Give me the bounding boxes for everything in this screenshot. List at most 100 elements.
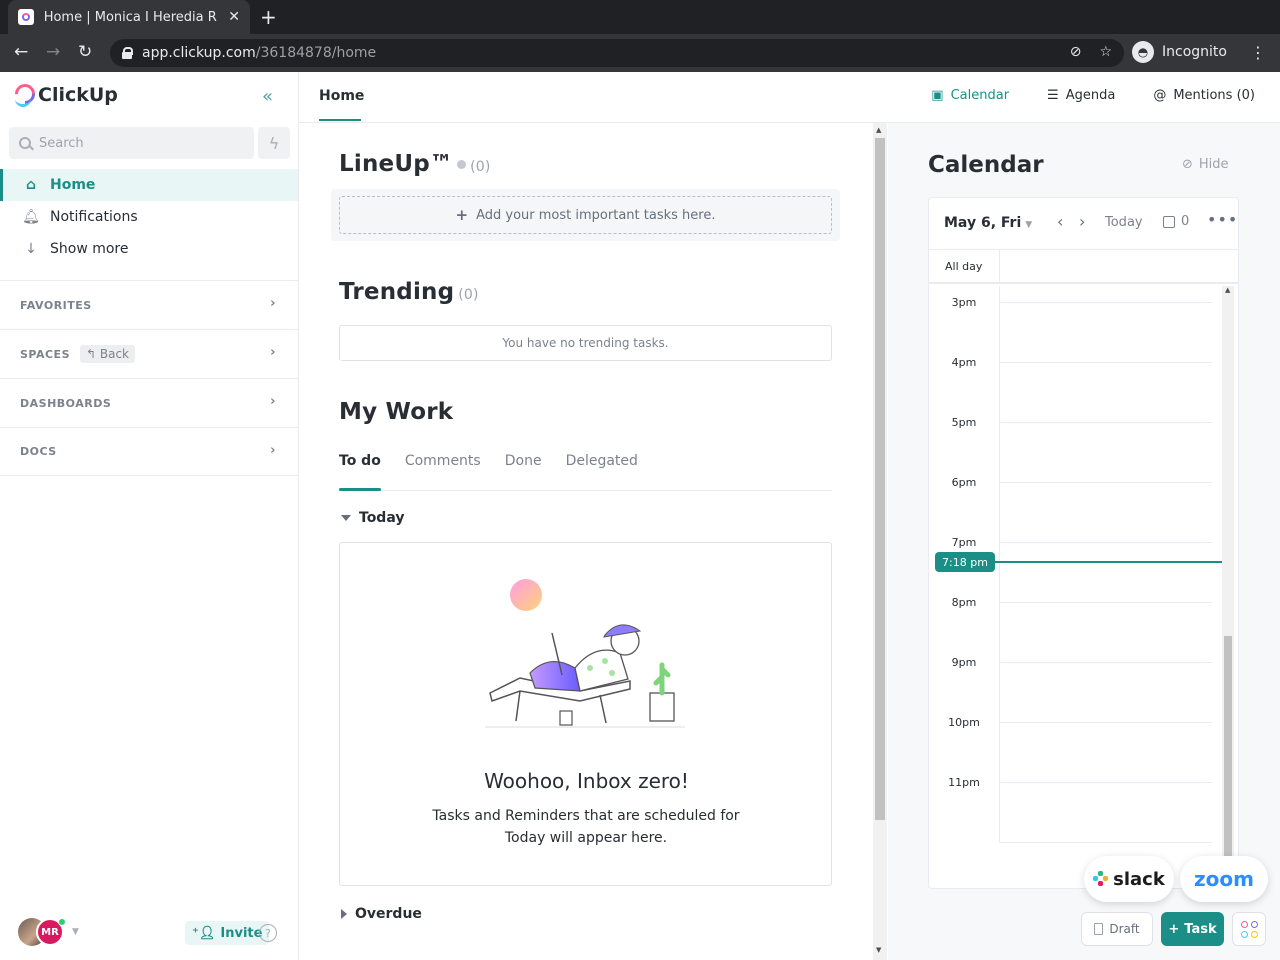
date-picker[interactable]: May 6, Fri ▼	[944, 215, 1032, 231]
hide-calendar-button[interactable]: ⊘ Hide	[1182, 157, 1229, 172]
scroll-up-icon[interactable]: ▲	[876, 126, 881, 134]
eye-off-icon: ⊘	[1182, 157, 1193, 172]
browser-tab-title: Home | Monica I Heredia R	[43, 9, 217, 25]
hour-label: 11pm	[948, 776, 980, 789]
hide-label: Hide	[1198, 157, 1229, 172]
today-button[interactable]: Today	[1105, 215, 1143, 230]
document-icon	[1094, 923, 1104, 935]
online-status-icon	[58, 918, 66, 926]
caret-right-icon	[341, 909, 347, 919]
relaxing-person-illustration-icon	[485, 579, 685, 728]
more-options-icon[interactable]: •••	[1207, 210, 1238, 229]
chevron-right-icon: ›	[270, 296, 276, 311]
tab-home[interactable]: Home	[319, 88, 364, 104]
search-input[interactable]	[39, 135, 239, 151]
calendar-view-button[interactable]: ▣ Calendar	[931, 88, 1009, 103]
mentions-button[interactable]: @ Mentions (0)	[1153, 88, 1255, 103]
sidebar-footer: MR ▼ ⁺👤︎ Invite ?	[0, 907, 298, 960]
calendar-scrollbar-thumb[interactable]	[1224, 636, 1232, 888]
tab-done[interactable]: Done	[505, 453, 542, 491]
scroll-down-icon[interactable]: ▼	[876, 946, 881, 954]
chevron-right-icon[interactable]: ›	[1079, 212, 1085, 231]
back-label: Back	[99, 347, 130, 361]
all-day-cell[interactable]	[999, 250, 1238, 282]
lineup-title: LineUp™	[339, 151, 454, 177]
sidebar-item-home[interactable]: ⌂ Home	[0, 169, 298, 201]
help-icon[interactable]: ?	[259, 924, 277, 942]
trending-empty: You have no trending tasks.	[339, 325, 832, 361]
spaces-back-button[interactable]: ↰ Back	[80, 345, 136, 363]
section-docs[interactable]: DOCS ›	[0, 427, 298, 476]
group-overdue-label: Overdue	[355, 906, 422, 922]
invite-button[interactable]: ⁺👤︎ Invite	[185, 921, 270, 945]
home-icon: ⌂	[25, 177, 37, 193]
caret-down-icon	[341, 515, 351, 521]
calendar-icon	[1163, 215, 1175, 228]
section-dashboards[interactable]: DASHBOARDS ›	[0, 378, 298, 427]
trending-title: Trending	[339, 279, 455, 305]
new-tab-icon[interactable]: +	[260, 5, 277, 29]
inbox-zero-title: Woohoo, Inbox zero!	[484, 769, 689, 793]
chevron-left-icon[interactable]: ‹	[1057, 212, 1063, 231]
calendar-title: Calendar	[928, 152, 1044, 178]
scroll-up-icon[interactable]: ▲	[1225, 286, 1230, 294]
calendar-panel: Calendar ⊘ Hide May 6, Fri ▼ ‹ › Today 0 …	[888, 123, 1280, 960]
hour-label: 5pm	[951, 416, 977, 429]
content-scrollbar-thumb[interactable]	[875, 138, 885, 820]
info-icon[interactable]	[457, 160, 467, 169]
apps-grid-button[interactable]	[1232, 912, 1266, 946]
hour-grid[interactable]: 3pm 4pm 5pm 6pm 7pm 8pm 9pm 10pm 11pm 7:…	[929, 286, 1238, 888]
event-count-value: 0	[1181, 214, 1190, 229]
clickup-favicon-icon	[18, 9, 34, 25]
slack-integration-button[interactable]: slack	[1084, 856, 1174, 902]
group-today-toggle[interactable]: Today	[341, 510, 404, 526]
tab-comments[interactable]: Comments	[405, 453, 481, 491]
chevron-right-icon: ›	[270, 345, 276, 360]
sidebar-item-label: Show more	[50, 241, 129, 257]
agenda-label: Agenda	[1065, 88, 1116, 103]
draft-button[interactable]: Draft	[1081, 912, 1153, 946]
tracking-blocked-icon[interactable]: ⊘	[1070, 44, 1082, 60]
collapse-sidebar-icon[interactable]: «	[262, 86, 273, 107]
browser-menu-icon[interactable]: ⋮	[1250, 43, 1266, 62]
plus-icon: +	[1168, 921, 1180, 937]
incognito-label: Incognito	[1162, 44, 1227, 60]
chevron-down-icon[interactable]: ▼	[72, 927, 79, 937]
lineup-count: (0)	[470, 159, 491, 175]
plus-icon: +	[455, 206, 469, 224]
add-lineup-task-button[interactable]: + Add your most important tasks here.	[339, 196, 832, 234]
hour-label: 10pm	[948, 716, 980, 729]
url-path: /36184878/home	[255, 45, 377, 61]
incognito-indicator[interactable]: ◓ Incognito	[1132, 41, 1227, 63]
main-header: Home ▣ Calendar ☰ Agenda @ Mentions (0)	[299, 72, 1280, 123]
invite-label: Invite	[220, 925, 263, 941]
back-arrow-icon[interactable]: ←	[14, 42, 28, 62]
group-overdue-toggle[interactable]: Overdue	[341, 906, 422, 922]
clickup-logo[interactable]: ClickUp	[14, 84, 118, 107]
close-tab-icon[interactable]: ✕	[228, 9, 240, 25]
sidebar-item-show-more[interactable]: ↓ Show more	[0, 233, 298, 265]
tab-delegated[interactable]: Delegated	[566, 453, 638, 491]
agenda-view-button[interactable]: ☰ Agenda	[1047, 88, 1115, 103]
forward-arrow-icon[interactable]: →	[46, 42, 60, 62]
tab-to-do[interactable]: To do	[339, 453, 381, 491]
section-favorites[interactable]: FAVORITES ›	[0, 280, 298, 329]
sidebar-item-notifications[interactable]: 🔔︎ Notifications	[0, 201, 298, 233]
new-task-button[interactable]: + Task	[1161, 912, 1224, 946]
browser-tab[interactable]: Home | Monica I Heredia R ✕	[8, 0, 250, 34]
hour-label: 7pm	[951, 536, 977, 549]
search-box[interactable]	[9, 127, 254, 159]
all-day-row: All day	[929, 250, 1238, 284]
address-bar[interactable]: app.clickup.com/36184878/home ⊘ ☆	[110, 39, 1124, 67]
at-icon: @	[1153, 88, 1167, 103]
reload-icon[interactable]: ↻	[78, 42, 92, 62]
section-spaces[interactable]: SPACES ↰ Back ›	[0, 329, 298, 378]
zoom-integration-button[interactable]: zoom	[1180, 856, 1268, 902]
bell-icon: 🔔︎	[22, 209, 40, 225]
draft-label: Draft	[1109, 922, 1140, 936]
event-count[interactable]: 0	[1163, 214, 1189, 229]
quick-action-bolt-icon[interactable]: ϟ	[258, 127, 290, 159]
trending-count: (0)	[458, 287, 479, 303]
lock-icon	[122, 47, 133, 59]
bookmark-star-icon[interactable]: ☆	[1099, 44, 1112, 60]
